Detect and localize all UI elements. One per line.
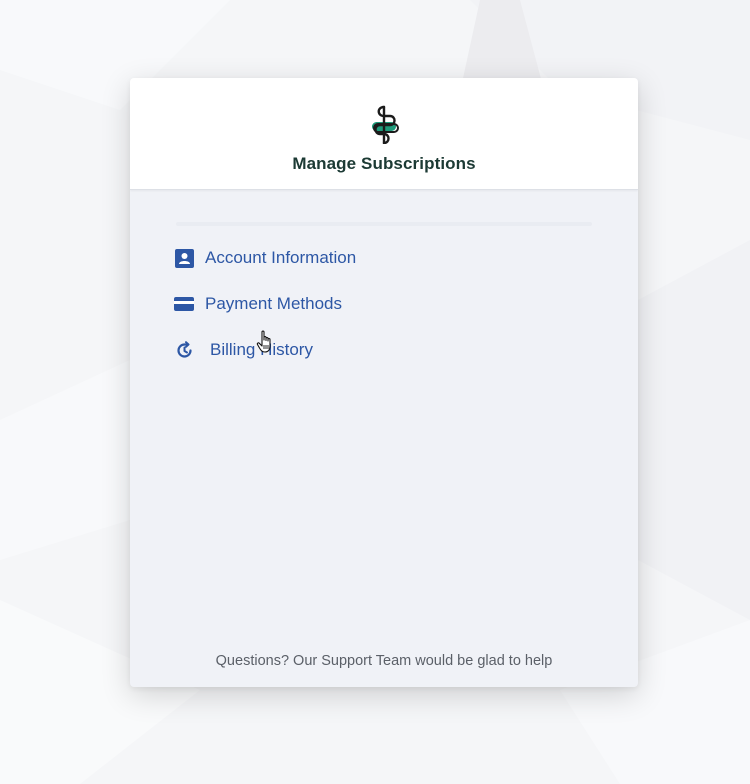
menu-item-label: Payment Methods <box>205 294 343 313</box>
page-title: Manage Subscriptions <box>292 154 476 173</box>
panel-header: Manage Subscriptions <box>130 78 638 190</box>
menu-item-billing-history[interactable]: Billing History <box>174 327 356 373</box>
account-card-icon <box>174 248 194 268</box>
subscription-panel: Manage Subscriptions Account Information… <box>130 78 638 687</box>
support-footer-text: Questions? Our Support Team would be gla… <box>215 653 553 669</box>
menu-item-label: Account Information <box>205 248 357 267</box>
divider <box>176 222 592 226</box>
history-clock-icon <box>174 340 194 360</box>
stripe-s-logo-icon <box>372 105 399 144</box>
menu-item-label: Billing History <box>210 340 313 359</box>
menu-item-account-information[interactable]: Account Information <box>174 235 356 281</box>
menu-list: Account Information Payment Methods Bill… <box>174 235 356 373</box>
menu-item-payment-methods[interactable]: Payment Methods <box>174 281 356 327</box>
credit-card-icon <box>174 294 194 314</box>
